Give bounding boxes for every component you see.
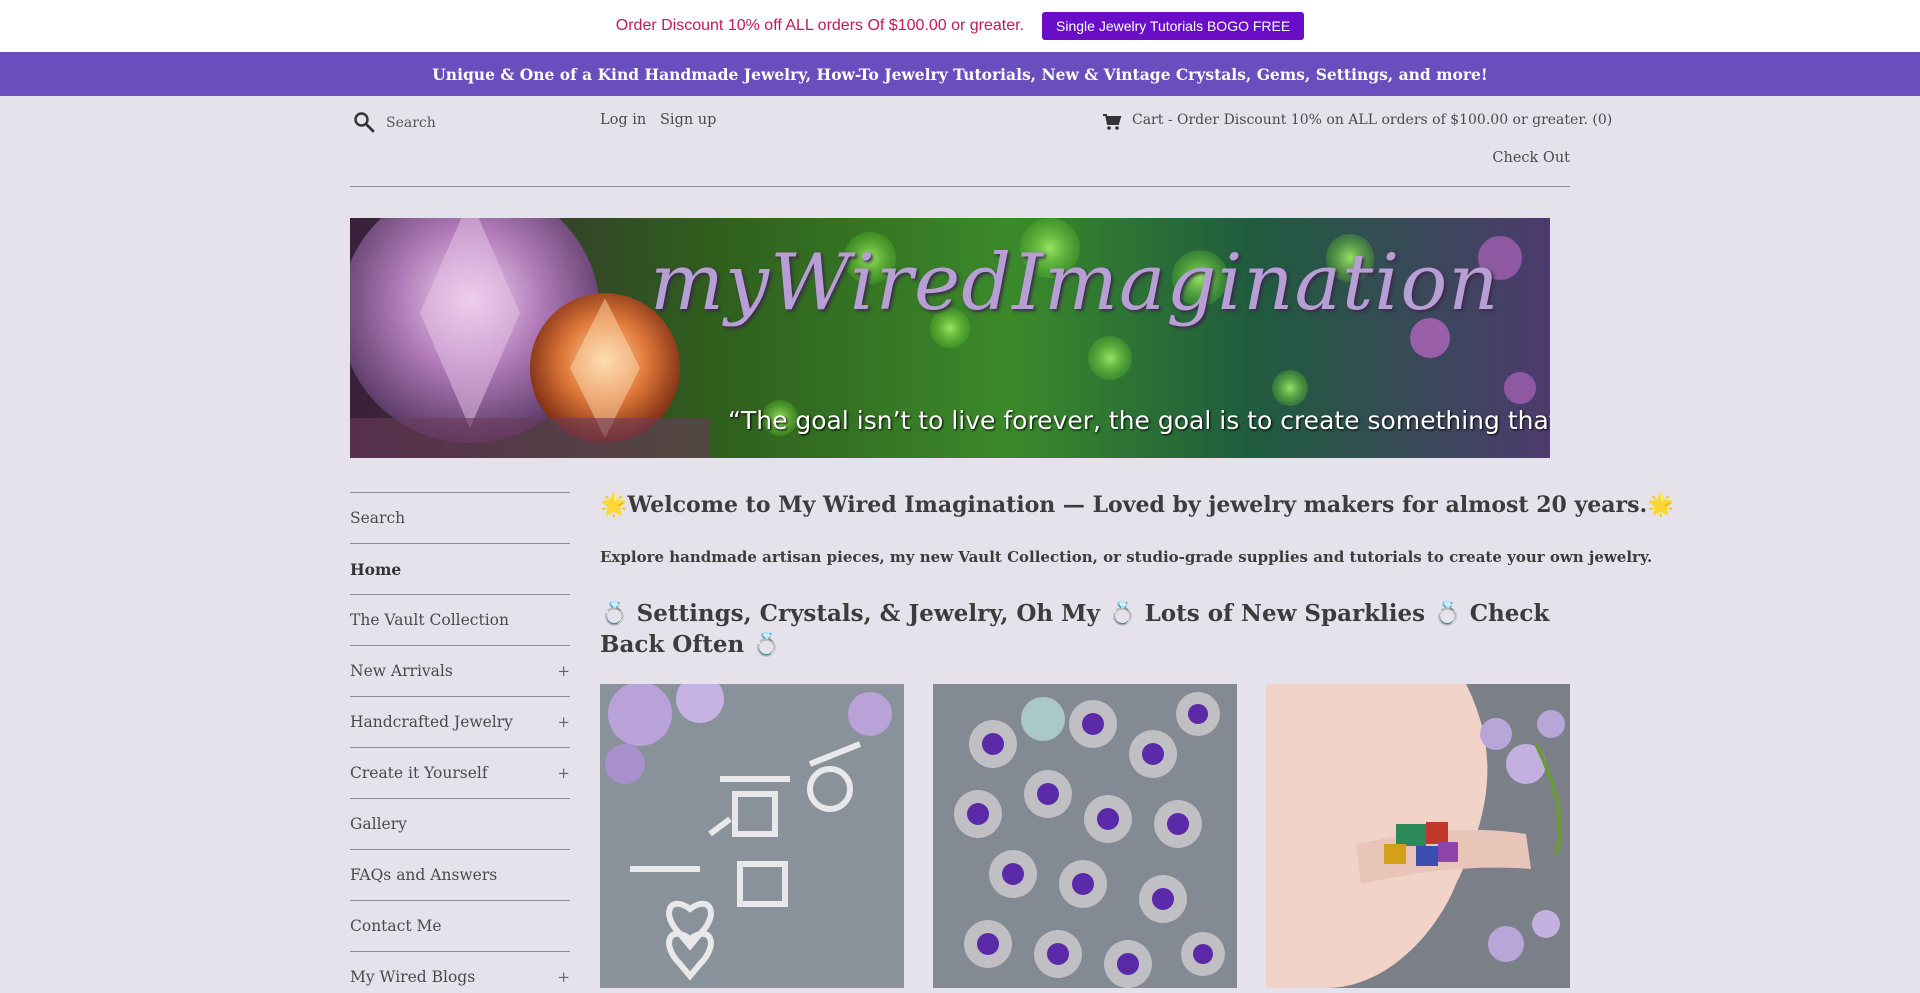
sidebar-item-handcrafted-jewelry[interactable]: Handcrafted Jewelry + bbox=[350, 696, 570, 747]
sidebar-item-label: New Arrivals bbox=[350, 662, 453, 680]
sidebar-item-label: Handcrafted Jewelry bbox=[350, 713, 513, 731]
sidebar-item-new-arrivals[interactable]: New Arrivals + bbox=[350, 645, 570, 696]
promo-bar: Order Discount 10% off ALL orders Of $10… bbox=[0, 0, 1920, 52]
sidebar-item-label: My Wired Blogs bbox=[350, 968, 476, 986]
header-divider bbox=[350, 186, 1570, 187]
cart-link[interactable]: Cart - Order Discount 10% on ALL orders … bbox=[1132, 112, 1612, 128]
bogo-button[interactable]: Single Jewelry Tutorials BOGO FREE bbox=[1042, 12, 1305, 40]
sidebar-item-contact[interactable]: Contact Me bbox=[350, 900, 570, 951]
sidebar-item-home[interactable]: Home bbox=[350, 543, 570, 594]
clasps-photo bbox=[600, 684, 904, 988]
sidebar-nav: Search Home The Vault Collection New Arr… bbox=[350, 492, 570, 993]
announcement-text: Unique & One of a Kind Handmade Jewelry,… bbox=[432, 64, 1488, 84]
sidebar-item-vault-collection[interactable]: The Vault Collection bbox=[350, 594, 570, 645]
sidebar-item-label: Contact Me bbox=[350, 917, 442, 935]
site-banner[interactable]: myWiredImagination “The goal isn’t to li… bbox=[350, 218, 1550, 458]
sidebar-item-blogs[interactable]: My Wired Blogs + bbox=[350, 951, 570, 993]
promo-text: Order Discount 10% off ALL orders Of $10… bbox=[615, 17, 1025, 34]
search-icon[interactable] bbox=[352, 110, 376, 134]
product-image-ring[interactable] bbox=[1266, 684, 1570, 988]
expand-icon[interactable]: + bbox=[557, 764, 570, 782]
welcome-subtitle: Explore handmade artisan pieces, my new … bbox=[600, 548, 1653, 566]
amethyst-settings-photo bbox=[933, 684, 1237, 988]
checkout-link[interactable]: Check Out bbox=[1492, 150, 1570, 166]
login-link[interactable]: Log in bbox=[600, 112, 646, 128]
announcement-bar: Unique & One of a Kind Handmade Jewelry,… bbox=[0, 52, 1920, 96]
product-image-amethyst-settings[interactable] bbox=[933, 684, 1237, 988]
sidebar-item-label: Search bbox=[350, 509, 406, 527]
sidebar-item-label: Home bbox=[350, 559, 402, 579]
signup-link[interactable]: Sign up bbox=[660, 112, 716, 128]
welcome-heading: 🌟Welcome to My Wired Imagination — Loved… bbox=[600, 492, 1675, 518]
sidebar-item-gallery[interactable]: Gallery bbox=[350, 798, 570, 849]
sidebar-item-label: Gallery bbox=[350, 815, 407, 833]
sidebar-item-search[interactable]: Search bbox=[350, 492, 570, 543]
expand-icon[interactable]: + bbox=[557, 968, 570, 986]
banner-quote: “The goal isn’t to live forever, the goa… bbox=[728, 406, 1550, 435]
cart-icon[interactable] bbox=[1102, 113, 1122, 131]
sidebar-item-label: The Vault Collection bbox=[350, 611, 509, 629]
sidebar-item-label: FAQs and Answers bbox=[350, 866, 498, 884]
banner-title: myWiredImagination bbox=[650, 238, 1500, 328]
expand-icon[interactable]: + bbox=[557, 713, 570, 731]
expand-icon[interactable]: + bbox=[557, 662, 570, 680]
search-input[interactable] bbox=[386, 110, 576, 136]
ring-photo bbox=[1266, 684, 1570, 988]
product-image-clasps[interactable] bbox=[600, 684, 904, 988]
sidebar-item-label: Create it Yourself bbox=[350, 764, 488, 782]
settings-heading: 💍 Settings, Crystals, & Jewelry, Oh My 💍… bbox=[600, 600, 1550, 659]
sidebar-item-faqs[interactable]: FAQs and Answers bbox=[350, 849, 570, 900]
sidebar-item-create-it-yourself[interactable]: Create it Yourself + bbox=[350, 747, 570, 798]
